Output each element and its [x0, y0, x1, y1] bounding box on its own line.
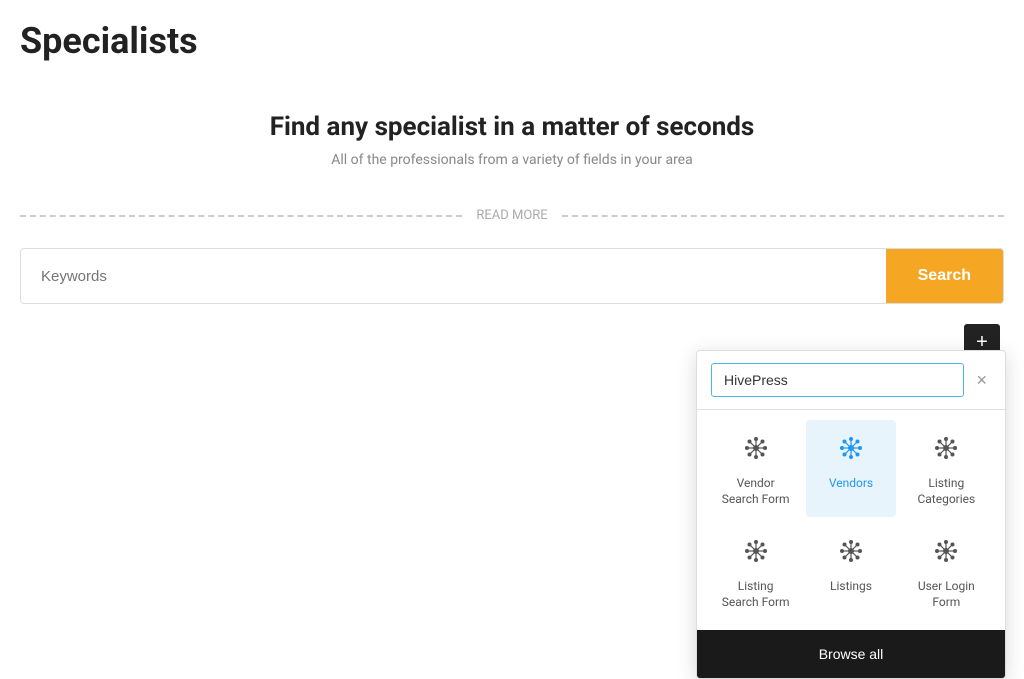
- widget-item-listings[interactable]: Listings: [806, 523, 895, 620]
- vendor-search-form-icon: [742, 434, 770, 468]
- widget-item-listing-search-form-label: Listing Search Form: [719, 579, 792, 610]
- widget-item-listing-categories[interactable]: Listing Categories: [902, 420, 991, 517]
- search-button[interactable]: Search: [886, 249, 1003, 303]
- widget-popup: ×: [696, 350, 1006, 679]
- widget-browse-all-button[interactable]: Browse all: [697, 630, 1005, 678]
- listing-search-form-icon: [742, 537, 770, 571]
- read-more-label[interactable]: READ MORE: [462, 208, 561, 223]
- vendors-icon: [837, 434, 865, 468]
- search-bar-container: Search: [20, 248, 1004, 304]
- widget-item-user-login-form[interactable]: User Login Form: [902, 523, 991, 620]
- widget-item-vendors-label: Vendors: [829, 476, 873, 492]
- widget-item-vendor-search-form-label: Vendor Search Form: [719, 476, 792, 507]
- widget-item-vendor-search-form[interactable]: Vendor Search Form: [711, 420, 800, 517]
- widget-item-user-login-form-label: User Login Form: [910, 579, 983, 610]
- widget-item-listing-search-form[interactable]: Listing Search Form: [711, 523, 800, 620]
- widget-search-bar: ×: [697, 351, 1005, 410]
- hero-subtext: All of the professionals from a variety …: [20, 152, 1004, 168]
- page-wrapper: Specialists Find any specialist in a mat…: [0, 0, 1024, 360]
- user-login-form-icon: [932, 537, 960, 571]
- hero-heading: Find any specialist in a matter of secon…: [20, 112, 1004, 142]
- page-title: Specialists: [20, 20, 1004, 62]
- dashed-line-right: [562, 215, 1004, 217]
- widget-grid: Vendor Search Form: [697, 410, 1005, 630]
- widget-search-clear-button[interactable]: ×: [972, 370, 991, 391]
- listing-categories-icon: [932, 434, 960, 468]
- widget-item-vendors[interactable]: Vendors: [806, 420, 895, 517]
- listings-icon: [837, 537, 865, 571]
- widget-item-listings-label: Listings: [830, 579, 872, 595]
- widget-search-input[interactable]: [711, 363, 964, 397]
- dashed-line-left: [20, 215, 462, 217]
- widget-item-listing-categories-label: Listing Categories: [910, 476, 983, 507]
- hero-section: Find any specialist in a matter of secon…: [20, 92, 1004, 198]
- read-more-divider: READ MORE: [20, 208, 1004, 223]
- search-input[interactable]: [21, 250, 886, 303]
